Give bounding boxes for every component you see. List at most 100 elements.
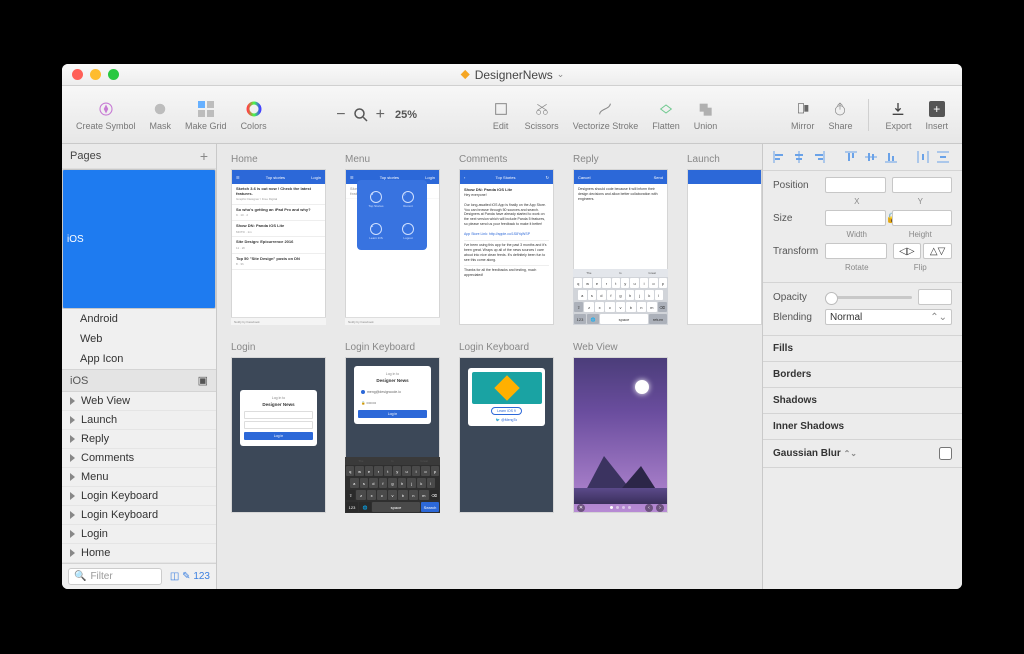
export-button[interactable]: Export [881, 97, 915, 133]
distribute-v-button[interactable] [935, 150, 951, 164]
align-bottom-button[interactable] [883, 150, 899, 164]
artboard-login-keyboard-1[interactable]: Login Keyboard Log in to Designer News m… [345, 342, 440, 513]
mask-button[interactable]: Mask [146, 97, 176, 133]
layer-item[interactable]: Login Keyboard [62, 506, 216, 525]
toolbar: Create Symbol Mask Make Grid Colors − + … [62, 86, 962, 144]
opacity-field[interactable] [918, 289, 952, 305]
align-hcenter-button[interactable] [791, 150, 807, 164]
filter-input[interactable]: 🔍Filter [68, 568, 162, 585]
zoom-controls: − + [336, 106, 385, 124]
artboard-comments[interactable]: Comments ‹Top Stories↻ Show DN: Panda iO… [459, 154, 554, 325]
close-icon[interactable] [72, 69, 83, 80]
app-window: DesignerNews ⌄ Create Symbol Mask Make G… [62, 64, 962, 589]
share-button[interactable]: Share [824, 97, 856, 133]
artboard-home[interactable]: Home ☰Top storiesLogin Sketch 3.6 is out… [231, 154, 326, 325]
disclosure-icon [70, 397, 75, 405]
artboard-label: Home [231, 154, 326, 165]
align-top-button[interactable] [843, 150, 859, 164]
artboard-menu[interactable]: Menu ☰Top storiesLogin Sketch 3.6 is out… [345, 154, 440, 325]
layer-item[interactable]: Login [62, 525, 216, 544]
layer-item[interactable]: Launch [62, 411, 216, 430]
artboard-label: Comments [459, 154, 554, 165]
artboard-login[interactable]: Login Log in to Designer News Log in [231, 342, 326, 513]
artboard-label: Login Keyboard [345, 342, 440, 353]
page-item-web[interactable]: Web [62, 329, 216, 349]
gaussian-blur-header[interactable]: Gaussian Blur ⌃⌄ [763, 440, 962, 468]
zoom-in-button[interactable]: + [376, 106, 385, 124]
scissors-button[interactable]: Scissors [521, 97, 563, 133]
slice-toggle[interactable]: ◫ ✎ 123 [170, 571, 210, 582]
search-icon: 🔍 [74, 571, 86, 582]
artboard-label: Login Keyboard [459, 342, 554, 353]
password-field [244, 421, 313, 429]
artboard-label: Launch [687, 154, 762, 165]
zoom-percent[interactable]: 25% [391, 107, 421, 123]
artboard-label: Web View [573, 342, 668, 353]
artboard-label: Reply [573, 154, 668, 165]
moon-icon [635, 380, 649, 394]
email-field [244, 411, 313, 419]
artboard-login-keyboard-2[interactable]: Login Keyboard Learn iOS 9 🐦 @MengTo [459, 342, 554, 513]
sidebar-footer: 🔍Filter ◫ ✎ 123 [62, 563, 216, 589]
vectorize-button[interactable]: Vectorize Stroke [569, 97, 643, 133]
minimize-icon[interactable] [90, 69, 101, 80]
magnifier-icon [352, 106, 370, 124]
distribute-h-button[interactable] [915, 150, 931, 164]
edit-button[interactable]: Edit [487, 97, 515, 133]
width-field[interactable] [825, 210, 886, 226]
webview-illustration: ✕ ‹ › [573, 357, 668, 513]
align-vcenter-button[interactable] [863, 150, 879, 164]
position-x-field[interactable] [825, 177, 886, 193]
mirror-button[interactable]: Mirror [787, 97, 819, 133]
canvas[interactable]: Home ☰Top storiesLogin Sketch 3.6 is out… [217, 144, 762, 589]
height-field[interactable] [892, 210, 953, 226]
layer-item[interactable]: Comments [62, 449, 216, 468]
mountains-icon [574, 444, 667, 494]
login-button: Log in [244, 432, 313, 440]
chevron-down-icon: ⌄ [557, 69, 565, 80]
layer-item[interactable]: Menu [62, 468, 216, 487]
blending-select[interactable]: Normal⌃⌄ [825, 309, 952, 325]
opacity-slider[interactable] [825, 296, 912, 299]
zoom-out-button[interactable]: − [336, 106, 345, 124]
fills-header[interactable]: Fills [763, 336, 962, 362]
layers-header: iOS▣ [62, 369, 216, 392]
align-left-button[interactable] [771, 150, 787, 164]
union-button[interactable]: Union [690, 97, 722, 133]
artboard-label: Login [231, 342, 326, 353]
shadows-header[interactable]: Shadows [763, 388, 962, 414]
flatten-button[interactable]: Flatten [648, 97, 684, 133]
rotate-field[interactable] [825, 243, 887, 259]
flip-v-button[interactable]: △▽ [923, 243, 952, 259]
menu-popup: ★Top Stories ◷Recent ▶Learn iOS ⎋Logout [357, 180, 427, 250]
make-grid-button[interactable]: Make Grid [181, 97, 231, 133]
layer-item[interactable]: Web View [62, 392, 216, 411]
gblur-checkbox[interactable] [939, 447, 952, 460]
zoom-icon[interactable] [108, 69, 119, 80]
layer-item[interactable]: Reply [62, 430, 216, 449]
keyboard: TheIsGreat qwertyuiop asdfghjkl ⇧zxcvbnm… [573, 269, 668, 325]
artboard-webview[interactable]: Web View ✕ ‹ › [573, 342, 668, 513]
add-page-button[interactable]: + [200, 148, 208, 164]
borders-header[interactable]: Borders [763, 362, 962, 388]
traffic-lights [72, 69, 119, 80]
create-symbol-button[interactable]: Create Symbol [72, 97, 140, 133]
colors-button[interactable]: Colors [237, 97, 271, 133]
inspector: Position XY Size🔒 WidthHeight Transform◁… [762, 144, 962, 589]
artboard-launch[interactable]: Launch [687, 154, 762, 325]
align-right-button[interactable] [811, 150, 827, 164]
inner-shadows-header[interactable]: Inner Shadows [763, 414, 962, 440]
layer-item[interactable]: Home [62, 544, 216, 563]
artboard-reply[interactable]: Reply CancelSend Designers should code b… [573, 154, 668, 325]
window-title[interactable]: DesignerNews ⌄ [460, 68, 565, 82]
diamond-icon [460, 69, 471, 80]
page-item-appicon[interactable]: App Icon [62, 349, 216, 369]
insert-button[interactable]: +Insert [921, 97, 952, 133]
page-item-android[interactable]: Android [62, 309, 216, 329]
artboard-label: Menu [345, 154, 440, 165]
layer-item[interactable]: Login Keyboard [62, 487, 216, 506]
flip-h-button[interactable]: ◁▷ [893, 243, 922, 259]
page-item-ios[interactable]: iOS [62, 169, 216, 309]
position-y-field[interactable] [892, 177, 953, 193]
titlebar: DesignerNews ⌄ [62, 64, 962, 86]
